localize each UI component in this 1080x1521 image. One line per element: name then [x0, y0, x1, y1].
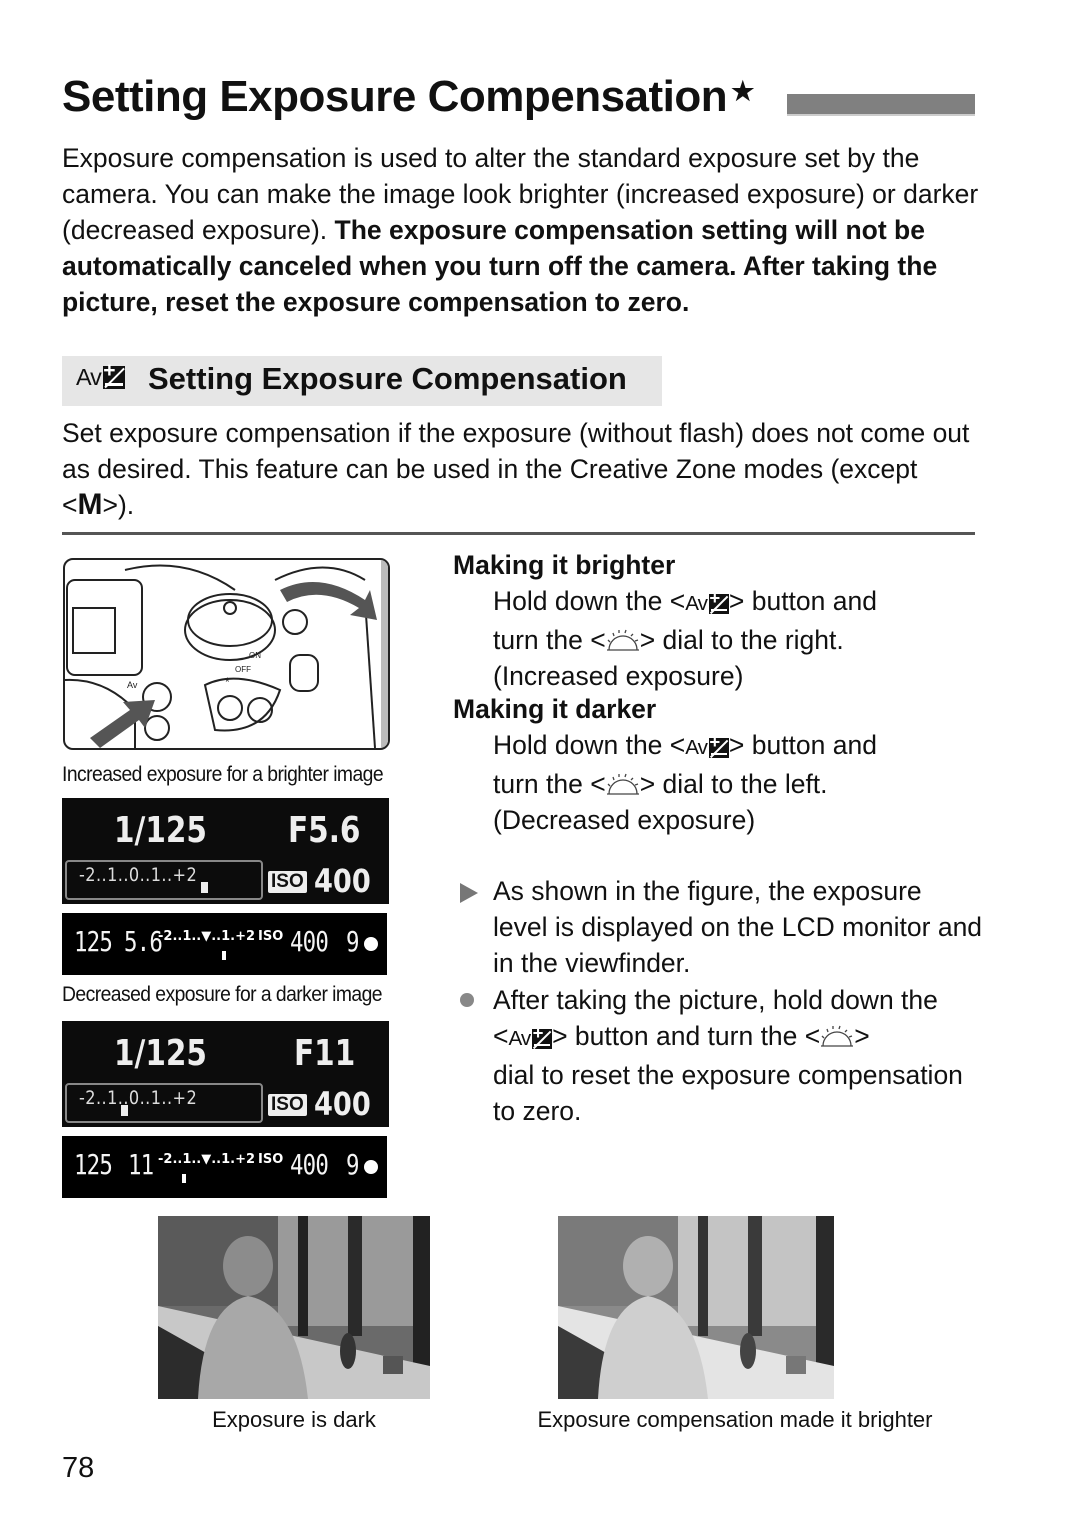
photo-dark-exposure	[158, 1216, 430, 1399]
triangle-bullet-icon	[460, 883, 478, 903]
iso-icon: ISO	[268, 871, 307, 893]
vf-aperture: 5.6	[124, 925, 163, 958]
circle-bullet-icon	[460, 993, 474, 1007]
brighter-step-line: (Increased exposure)	[493, 661, 744, 691]
lcd-shutter-speed: 1/125	[114, 810, 207, 851]
note-display-text: As shown in the figure, the exposure lev…	[493, 876, 983, 978]
av-exposure-comp-icon: Av	[508, 1021, 553, 1057]
vf-shots-remaining: 9	[346, 925, 359, 958]
darker-step-line: Hold down the <Av> button and	[453, 727, 983, 766]
lcd-display-darker: 1/125 F11 -2..1..0..1..+2 ISO 400	[62, 1021, 389, 1127]
lcd-iso-value: 400	[314, 862, 371, 900]
focus-confirm-icon	[364, 937, 378, 951]
camera-drawing: ON OFF * Av	[65, 560, 388, 748]
svg-text:OFF: OFF	[235, 665, 251, 674]
darker-step-line: (Decreased exposure)	[493, 805, 756, 835]
svg-text:ON: ON	[249, 651, 261, 660]
intro-paragraph: Exposure compensation is used to alter t…	[62, 140, 982, 320]
brighter-step-line: turn the < > dial to the right.	[493, 625, 844, 655]
page-title: Setting Exposure Compensation ★	[62, 72, 754, 122]
page-number: 78	[62, 1452, 95, 1484]
brighter-figure-caption: Increased exposure for a brighter image	[62, 763, 384, 786]
steps-brighter: Making it brighter Hold down the <Av> bu…	[453, 547, 983, 694]
main-dial-icon	[606, 773, 639, 795]
photo-bright-exposure	[558, 1216, 834, 1399]
viewfinder-display-brighter: 125 5.6 -2..1..▼..1.+2 ISO 400 9	[62, 913, 387, 975]
av-exposure-comp-icon: Av	[685, 730, 729, 766]
exposure-level-meter: -2..1..0..1..+2	[65, 1083, 263, 1123]
note-display: As shown in the figure, the exposure lev…	[453, 873, 983, 981]
vf-aperture: 11	[128, 1148, 154, 1181]
brighter-heading: Making it brighter	[453, 550, 676, 580]
exposure-level-meter: -2..1..0..1..+2	[65, 860, 263, 900]
camera-illustration: ON OFF * Av	[63, 558, 390, 750]
vf-iso-value: 400	[290, 1148, 329, 1181]
vf-iso-label: ISO	[258, 929, 284, 944]
note-reset-text: After taking the picture, hold down the …	[453, 982, 983, 1129]
darker-figure-caption: Decreased exposure for a darker image	[62, 983, 383, 1006]
brighter-step-line: Hold down the <Av> button and	[453, 583, 983, 622]
av-exposure-comp-icon: Av	[76, 360, 126, 391]
iso-icon: ISO	[268, 1094, 307, 1116]
title-decor-bar	[787, 94, 975, 116]
section-heading-text: Setting Exposure Compensation	[148, 361, 627, 396]
divider	[62, 532, 975, 535]
vf-exposure-marker	[182, 1174, 186, 1183]
vf-exposure-marker	[222, 951, 226, 960]
photo-bright-caption: Exposure compensation made it brighter	[537, 1407, 933, 1432]
darker-heading: Making it darker	[453, 694, 657, 724]
svg-text:*: *	[225, 675, 230, 689]
vf-shutter: 125	[74, 925, 113, 958]
photo-bright-image	[558, 1216, 834, 1399]
photo-dark-caption: Exposure is dark	[212, 1407, 376, 1432]
steps-darker: Making it darker Hold down the <Av> butt…	[453, 691, 983, 838]
vf-exposure-scale: -2..1..▼..1.+2	[158, 1152, 256, 1167]
exposure-level-marker	[201, 882, 208, 893]
av-exposure-comp-icon: Av	[685, 586, 729, 622]
vf-iso-value: 400	[290, 925, 329, 958]
star-icon: ★	[731, 76, 754, 106]
photo-dark-image	[158, 1216, 430, 1399]
lcd-aperture: F11	[294, 1033, 356, 1074]
darker-step-line: turn the < > dial to the left.	[493, 769, 828, 799]
section-description: Set exposure compensation if the exposur…	[62, 418, 970, 521]
vf-iso-label: ISO	[258, 1152, 284, 1167]
focus-confirm-icon	[364, 1160, 378, 1174]
exposure-level-marker	[121, 1105, 128, 1116]
page-title-text: Setting Exposure Compensation	[62, 72, 728, 121]
vf-shots-remaining: 9	[346, 1148, 359, 1181]
exposure-scale: -2..1..0..1..+2	[79, 1087, 198, 1109]
exposure-scale: -2..1..0..1..+2	[79, 864, 198, 886]
vf-exposure-scale: -2..1..▼..1.+2	[158, 929, 256, 944]
main-dial-icon	[821, 1025, 854, 1047]
lcd-iso-value: 400	[314, 1085, 371, 1123]
mode-m-icon: M	[77, 488, 103, 521]
lcd-shutter-speed: 1/125	[114, 1033, 207, 1074]
section-heading: Av Setting Exposure Compensation	[62, 356, 662, 406]
viewfinder-display-darker: 125 11 -2..1..▼..1.+2 ISO 400 9	[62, 1136, 387, 1198]
lcd-aperture: F5.6	[288, 810, 361, 851]
vf-shutter: 125	[74, 1148, 113, 1181]
svg-text:Av: Av	[127, 680, 138, 690]
note-reset: After taking the picture, hold down the …	[453, 982, 983, 1129]
main-dial-icon	[606, 629, 639, 651]
lcd-display-brighter: 1/125 F5.6 -2..1..0..1..+2 ISO 400	[62, 798, 389, 904]
